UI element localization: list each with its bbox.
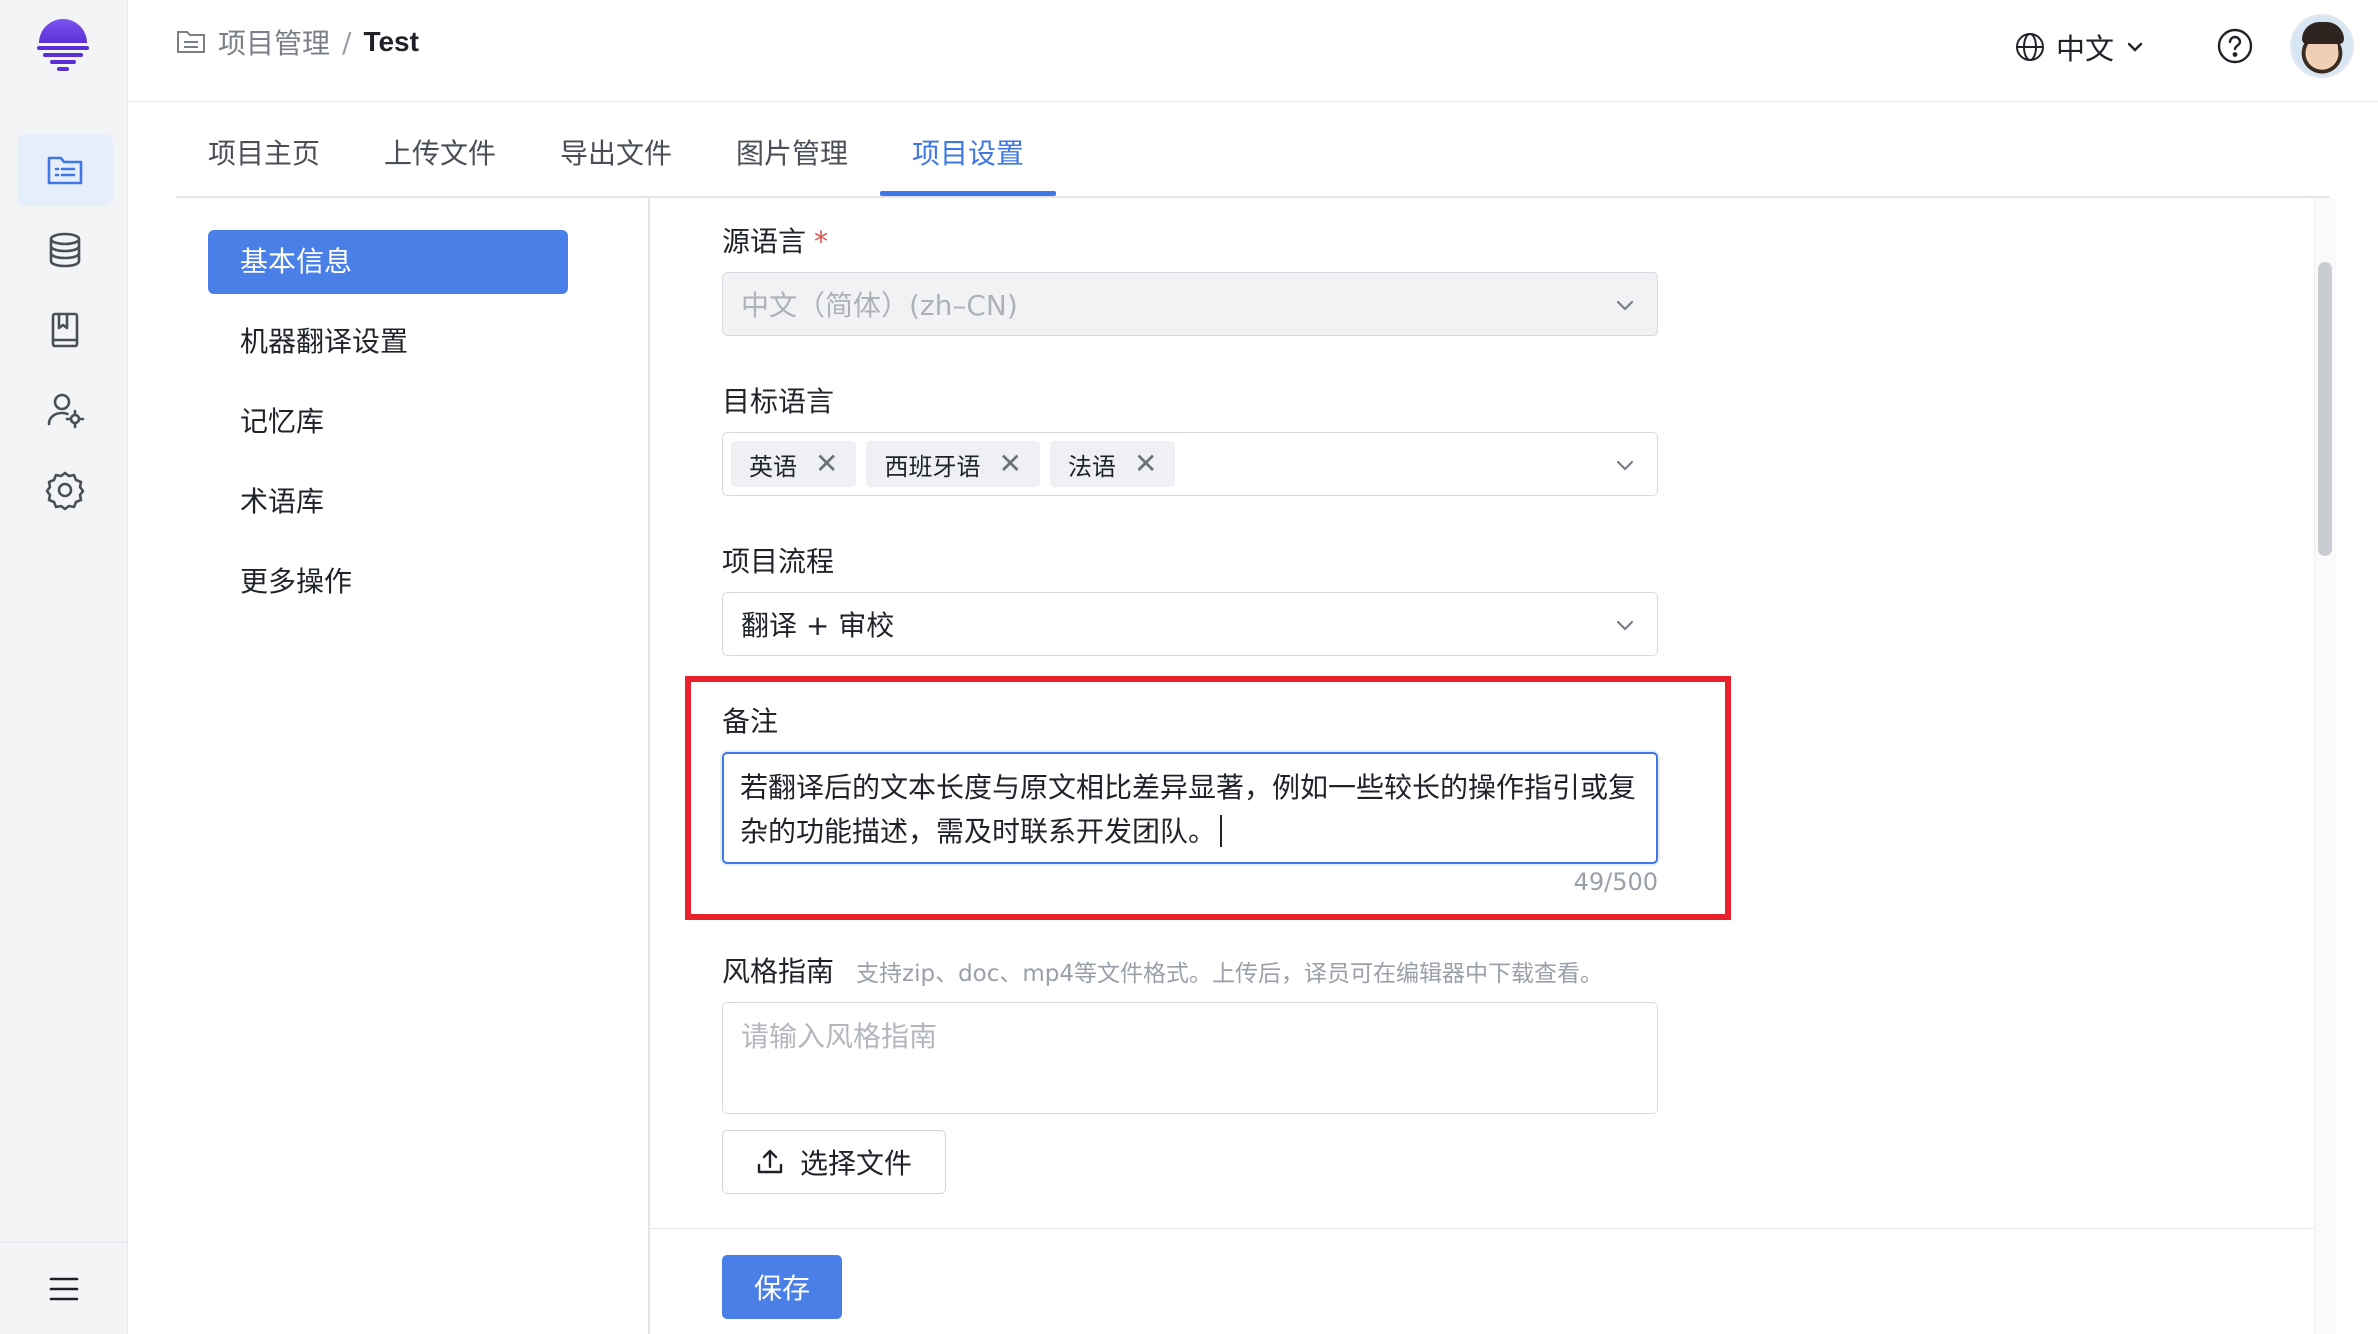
globe-icon (2015, 33, 2044, 61)
hamburger-icon (49, 1277, 79, 1300)
target-language-select[interactable]: 英语 ✕ 西班牙语 ✕ 法语 ✕ (722, 432, 1658, 496)
workflow-select[interactable]: 翻译 + 审校 (722, 592, 1658, 656)
subnav-translation-memory[interactable]: 记忆库 (208, 390, 568, 454)
chevron-down-icon (1616, 300, 1634, 311)
source-language-value: 中文（简体）(zh–CN) (741, 289, 1018, 322)
user-avatar[interactable] (2290, 14, 2354, 78)
style-guide-hint: 支持zip、doc、mp4等文件格式。上传后，译员可在编辑器中下载查看。 (856, 961, 1604, 987)
help-icon[interactable] (2216, 27, 2254, 65)
notes-highlight-box (685, 676, 1731, 920)
style-guide-textarea[interactable]: 请输入风格指南 (722, 1002, 1658, 1114)
tab-project-home[interactable]: 项目主页 (176, 126, 352, 202)
project-list-icon (47, 156, 83, 185)
breadcrumb: 项目管理 / Test (176, 22, 419, 62)
subnav-more-actions[interactable]: 更多操作 (208, 550, 568, 614)
target-language-tag: 西班牙语 ✕ (866, 441, 1040, 487)
rail-termbase[interactable] (17, 294, 113, 366)
top-header: 项目管理 / Test 中文 (128, 0, 2378, 102)
tab-upload-files[interactable]: 上传文件 (352, 126, 528, 202)
avatar-hair (2302, 22, 2344, 44)
scrollbar-thumb[interactable] (2318, 262, 2332, 556)
tag-label: 西班牙语 (884, 452, 981, 481)
source-language-select: 中文（简体）(zh–CN) (722, 272, 1658, 336)
required-mark: * (814, 225, 829, 258)
tag-label: 法语 (1067, 452, 1116, 481)
subnav-basic-info[interactable]: 基本信息 (208, 230, 568, 294)
upload-icon (757, 1149, 783, 1174)
remove-tag-icon[interactable]: ✕ (998, 450, 1021, 478)
tab-image-management[interactable]: 图片管理 (704, 126, 880, 202)
select-file-label: 选择文件 (799, 1147, 912, 1180)
rail-projects[interactable] (17, 134, 113, 206)
active-tab-indicator (880, 191, 1056, 196)
select-file-button[interactable]: 选择文件 (722, 1130, 946, 1194)
breadcrumb-current: Test (363, 26, 419, 57)
target-language-label: 目标语言 (722, 385, 835, 418)
style-guide-label: 风格指南 支持zip、doc、mp4等文件格式。上传后，译员可在编辑器中下载查看… (722, 950, 1603, 990)
rail-members[interactable] (17, 374, 113, 446)
project-tabs: 项目主页 上传文件 导出文件 图片管理 项目设置 (176, 102, 2330, 198)
target-language-tag: 法语 ✕ (1049, 441, 1176, 487)
breadcrumb-separator: / (342, 25, 352, 59)
form-footer: 保存 (650, 1228, 2314, 1334)
language-label: 中文 (2055, 32, 2114, 66)
tab-export-files[interactable]: 导出文件 (528, 126, 704, 202)
remove-tag-icon[interactable]: ✕ (1134, 450, 1157, 478)
workflow-value: 翻译 + 审校 (741, 609, 895, 642)
chevron-down-icon (2127, 42, 2143, 52)
subnav-machine-translation[interactable]: 机器翻译设置 (208, 310, 568, 374)
rail-database[interactable] (17, 214, 113, 286)
chevron-down-icon (1616, 620, 1634, 631)
gear-icon (45, 471, 85, 511)
save-button[interactable]: 保存 (722, 1255, 842, 1319)
section-divider (648, 198, 650, 1334)
style-guide-label-text: 风格指南 (722, 955, 835, 988)
book-icon (51, 312, 79, 348)
source-language-label-text: 源语言 (722, 225, 807, 258)
chevron-down-icon (1616, 460, 1634, 471)
app-sidebar (0, 0, 128, 1334)
target-language-tag: 英语 ✕ (731, 441, 857, 487)
tag-label: 英语 (749, 452, 797, 481)
app-logo[interactable] (33, 15, 93, 75)
collapse-menu-button[interactable] (0, 1242, 128, 1334)
source-language-label: 源语言 * (722, 220, 828, 260)
user-settings-icon (47, 393, 85, 429)
rail-settings[interactable] (17, 454, 113, 526)
breadcrumb-parent[interactable]: 项目管理 (218, 22, 330, 62)
remove-tag-icon[interactable]: ✕ (815, 450, 838, 478)
database-icon (49, 232, 81, 268)
folder-icon (177, 31, 205, 53)
language-switcher[interactable]: 中文 (2014, 26, 2146, 68)
subnav-termbase[interactable]: 术语库 (208, 470, 568, 534)
workflow-label: 项目流程 (722, 545, 835, 578)
